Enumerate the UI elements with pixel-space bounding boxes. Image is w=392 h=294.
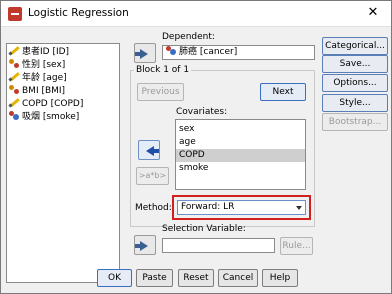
covariate-item[interactable]: sex [176, 123, 305, 136]
dependent-field[interactable]: 肺癌 [cancer] [162, 45, 315, 60]
selection-variable-label: Selection Variable: [162, 224, 246, 234]
categorical-button[interactable]: Categorical... [322, 37, 388, 55]
source-variable-list[interactable]: 患者ID [ID] 性别 [sex] 年龄 [age] BMI [BMI] CO… [6, 43, 120, 283]
move-covariate-button[interactable] [138, 140, 160, 160]
covariate-item[interactable]: age [176, 136, 305, 149]
selection-variable-field[interactable] [162, 238, 275, 253]
variable-item[interactable]: 性别 [sex] [7, 59, 119, 72]
options-button[interactable]: Options... [322, 74, 388, 92]
pencil-icon [9, 46, 20, 55]
rule-button[interactable]: Rule... [280, 237, 313, 255]
next-button[interactable]: Next [260, 83, 306, 101]
variable-item[interactable]: COPD [COPD] [7, 98, 119, 111]
variable-item[interactable]: BMI [BMI] [7, 85, 119, 98]
title-bar: Logistic Regression ✕ [1, 1, 391, 27]
previous-button[interactable]: Previous [137, 83, 184, 101]
arrow-left-icon [146, 146, 159, 156]
cancel-button[interactable]: Cancel [218, 269, 258, 287]
pencil-icon [9, 98, 20, 107]
variable-item[interactable]: 患者ID [ID] [7, 46, 119, 59]
window-title: Logistic Regression [28, 7, 129, 19]
spss-dialog-icon [8, 7, 22, 21]
save-button[interactable]: Save... [322, 55, 388, 73]
nominal-icon [166, 46, 177, 55]
bootstrap-button[interactable]: Bootstrap... [322, 113, 388, 131]
style-button[interactable]: Style... [322, 94, 388, 112]
method-highlight: Forward: LR [172, 195, 311, 220]
block-label: Block 1 of 1 [134, 65, 192, 75]
ok-button[interactable]: OK [97, 269, 132, 287]
covariate-item[interactable]: COPD [176, 149, 305, 162]
scale-icon [9, 59, 20, 68]
method-label: Method: [135, 203, 172, 213]
dependent-label: Dependent: [162, 32, 215, 42]
chevron-down-icon[interactable] [296, 206, 302, 210]
interaction-button[interactable]: >a*b> [136, 167, 169, 185]
covariate-item[interactable]: smoke [176, 162, 305, 175]
variable-item[interactable]: 吸烟 [smoke] [7, 111, 119, 124]
logistic-regression-dialog: Logistic Regression ✕ 患者ID [ID] 性别 [sex]… [0, 0, 392, 294]
covariates-label: Covariates: [176, 107, 228, 117]
scale-icon [9, 85, 20, 94]
close-icon[interactable]: ✕ [361, 3, 385, 23]
variable-item[interactable]: 年龄 [age] [7, 72, 119, 85]
reset-button[interactable]: Reset [178, 269, 214, 287]
covariates-list[interactable]: sex age COPD smoke [175, 119, 306, 190]
move-to-selection-button[interactable] [134, 235, 156, 255]
move-to-dependent-button[interactable] [134, 43, 156, 63]
arrow-right-icon [135, 241, 148, 251]
arrow-right-icon [135, 49, 148, 59]
pencil-icon [9, 72, 20, 81]
nominal-icon [9, 111, 20, 120]
paste-button[interactable]: Paste [136, 269, 173, 287]
method-select[interactable]: Forward: LR [177, 200, 306, 215]
help-button[interactable]: Help [262, 269, 298, 287]
